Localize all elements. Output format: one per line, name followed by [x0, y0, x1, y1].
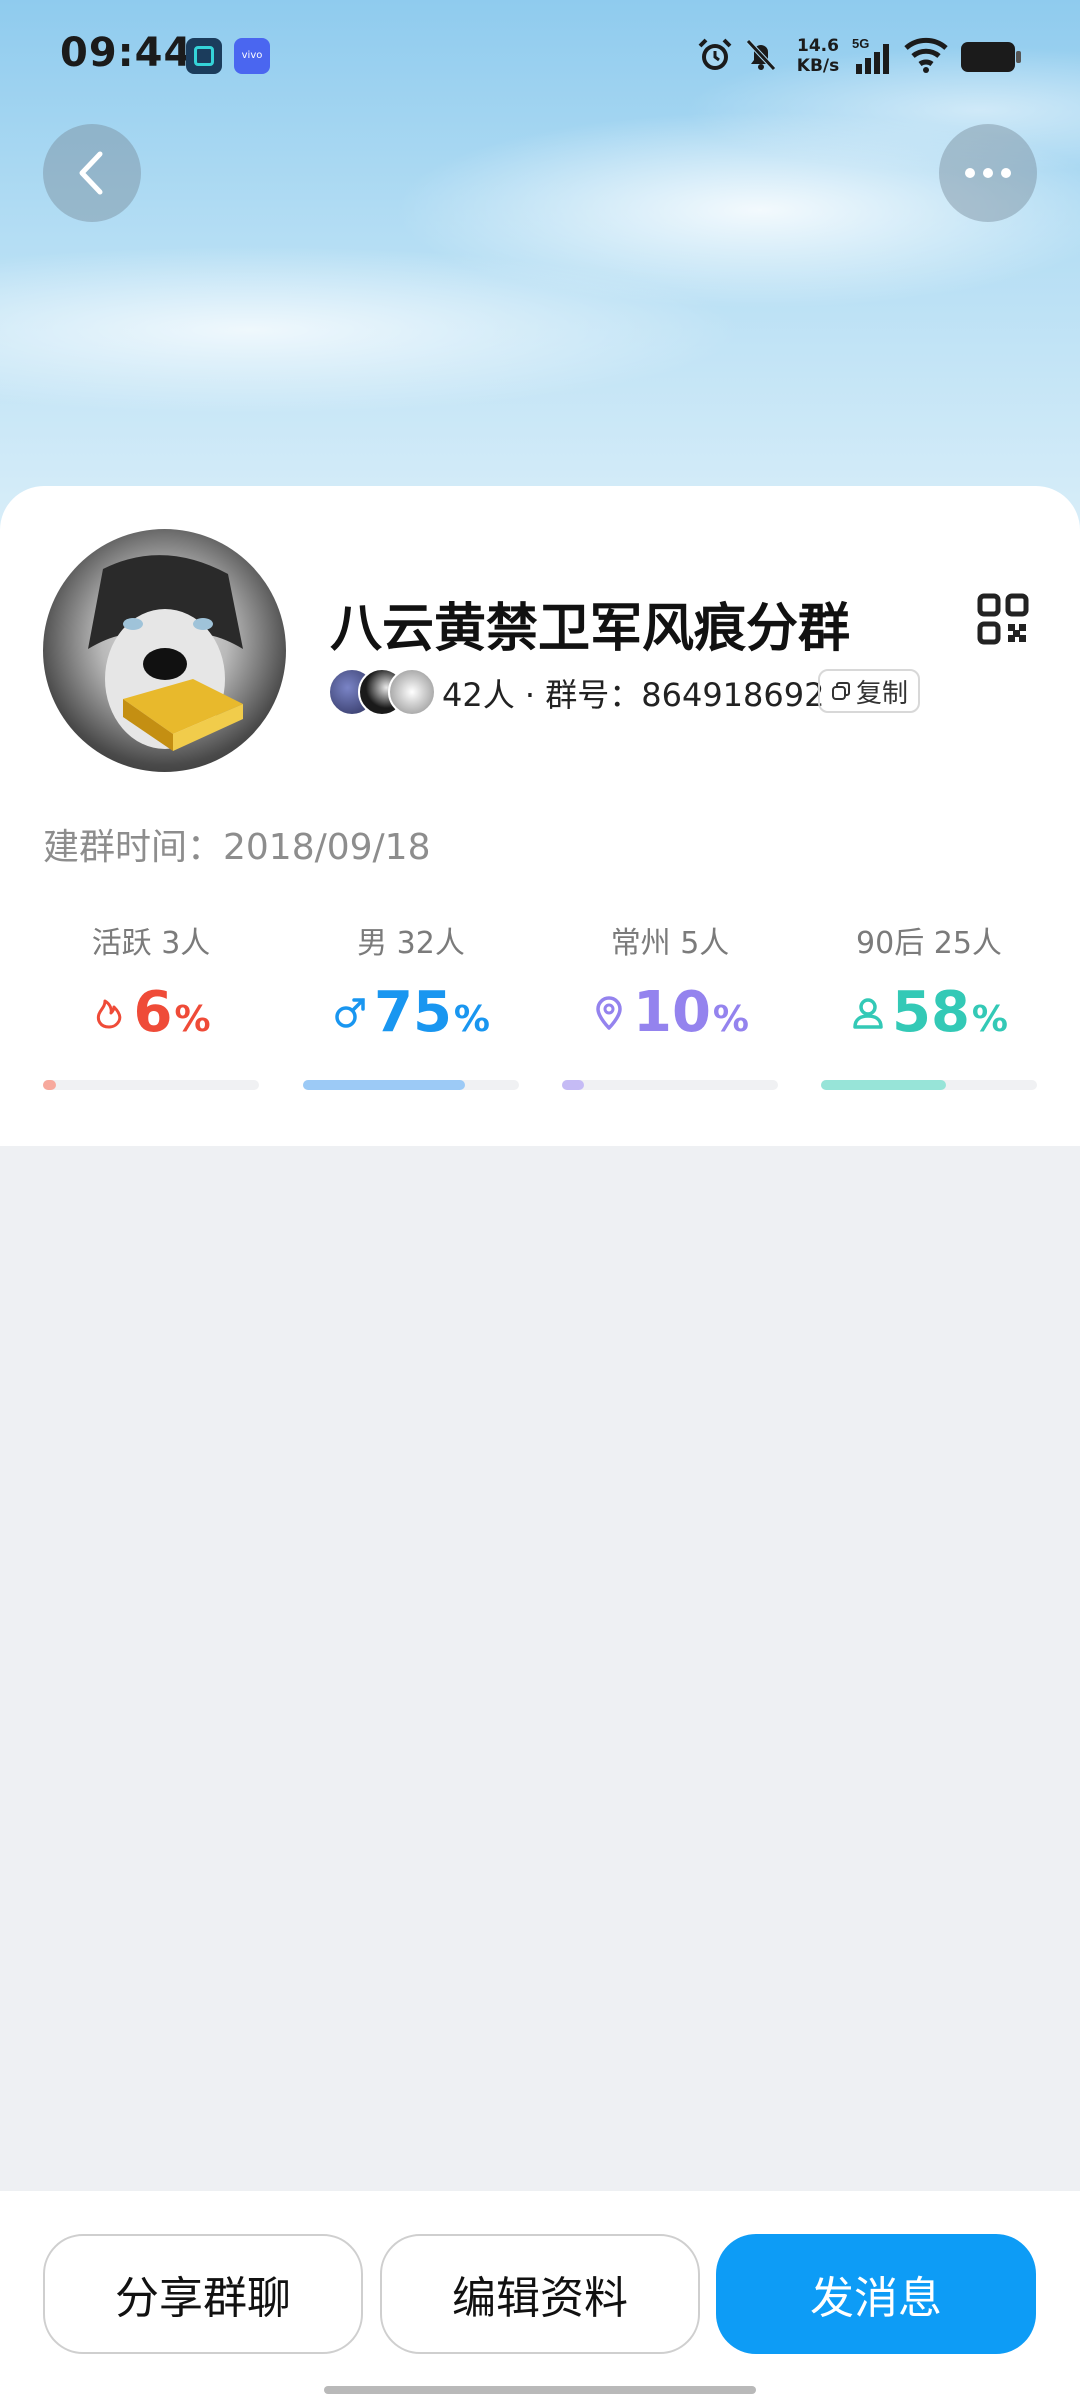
network-type: 5G — [852, 36, 869, 51]
network-speed-unit: KB/s — [796, 56, 840, 76]
stat-progress-fill — [303, 1080, 465, 1090]
cellular-signal-icon: 5G — [852, 36, 889, 74]
share-group-button[interactable]: 分享群聊 — [43, 2234, 363, 2354]
group-info-card: 八云黄禁卫军风痕分群 42人 · 群号：864918692 复制 建群时间：20… — [0, 486, 1080, 1146]
stat-gender[interactable]: 男 32人 75 % — [303, 918, 519, 1078]
stat-label: 男 32人 — [357, 926, 465, 961]
stat-unit: % — [712, 999, 749, 1040]
send-message-button[interactable]: 发消息 — [716, 2234, 1036, 2354]
stat-progress-fill — [562, 1080, 584, 1090]
stat-value: 6 — [133, 980, 173, 1045]
more-horizontal-icon — [965, 168, 1011, 178]
stat-unit: % — [971, 999, 1008, 1040]
stat-unit: % — [453, 999, 490, 1040]
stat-progress-track — [821, 1080, 1037, 1090]
group-profile-screen: 09:44 vivo 14.6 KB/s 5G 八云黄禁卫军风痕分群 42人 ·… — [0, 0, 1080, 2400]
bottom-action-bar: 分享群聊 编辑资料 发消息 — [0, 2191, 1080, 2400]
member-avatars[interactable] — [328, 668, 438, 716]
group-avatar-image — [88, 555, 243, 751]
stat-progress-track — [562, 1080, 778, 1090]
home-indicator[interactable] — [324, 2386, 756, 2394]
copy-label: 复制 — [855, 678, 908, 709]
stat-value: 10 — [632, 980, 711, 1045]
member-avatar — [388, 668, 436, 716]
member-count-and-group-number: 42人 · 群号：864918692 — [442, 676, 825, 714]
location-pin-icon — [596, 995, 622, 1030]
group-create-time: 建群时间：2018/09/18 — [43, 827, 431, 868]
edit-profile-button[interactable]: 编辑资料 — [380, 2234, 700, 2354]
group-avatar[interactable] — [43, 529, 286, 772]
stat-progress-track — [303, 1080, 519, 1090]
battery-icon — [961, 42, 1021, 72]
copy-group-number-button[interactable]: 复制 — [818, 669, 920, 713]
chevron-left-icon — [79, 151, 103, 195]
alarm-icon — [698, 38, 732, 70]
vivo-app-icon: vivo — [234, 38, 270, 74]
mute-bell-icon — [746, 39, 776, 71]
stat-label: 常州 5人 — [610, 926, 730, 961]
status-bar: 09:44 vivo 14.6 KB/s 5G — [0, 0, 1080, 110]
wifi-icon — [904, 37, 948, 73]
status-time: 09:44 — [60, 30, 193, 76]
person-icon — [853, 997, 883, 1029]
group-name: 八云黄禁卫军风痕分群 — [330, 599, 851, 659]
back-button[interactable] — [43, 124, 141, 222]
stat-value: 75 — [373, 980, 452, 1045]
network-speed-value: 14.6 — [797, 36, 839, 56]
stat-label: 活跃 3人 — [91, 926, 211, 961]
copy-icon — [831, 682, 850, 700]
stat-progress-fill — [821, 1080, 946, 1090]
stat-unit: % — [174, 999, 211, 1040]
stat-age[interactable]: 90后 25人 58 % — [821, 918, 1037, 1078]
male-icon — [335, 997, 365, 1028]
stat-progress-fill — [43, 1080, 56, 1090]
flame-icon — [97, 999, 122, 1028]
qr-code-icon[interactable] — [977, 593, 1029, 645]
stat-active[interactable]: 活跃 3人 6 % — [43, 918, 259, 1078]
app-notification-icon — [186, 38, 222, 74]
more-options-button[interactable] — [939, 124, 1037, 222]
stat-location[interactable]: 常州 5人 10 % — [562, 918, 778, 1078]
network-speed: 14.6 KB/s — [790, 36, 846, 76]
stat-value: 58 — [891, 980, 970, 1045]
stat-label: 90后 25人 — [856, 926, 1002, 961]
stat-progress-track — [43, 1080, 259, 1090]
